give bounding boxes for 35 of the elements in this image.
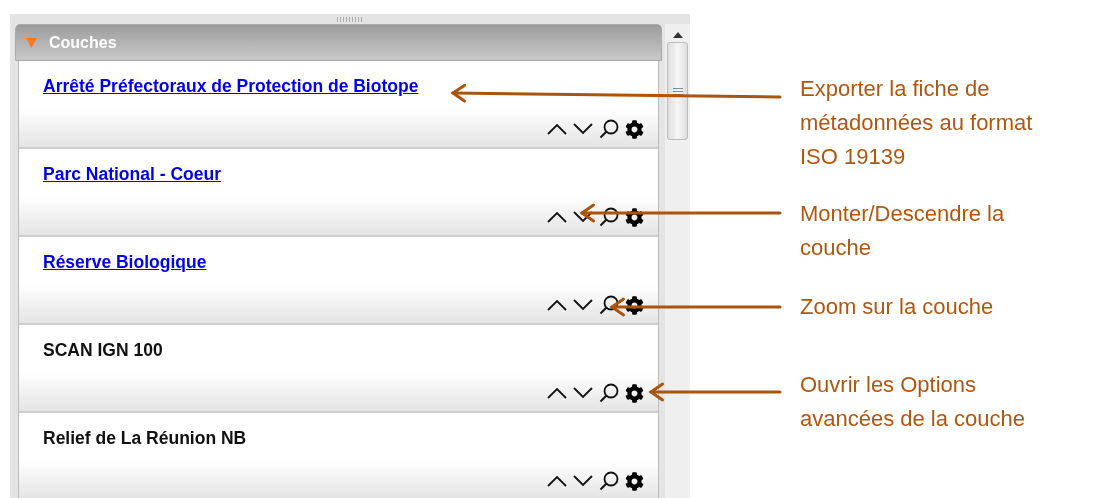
chevron-up-icon[interactable]	[547, 211, 567, 223]
chevron-down-icon[interactable]	[573, 475, 593, 487]
chevron-down-icon[interactable]	[573, 387, 593, 399]
chevron-down-icon[interactable]	[573, 123, 593, 135]
chevron-up-icon[interactable]	[547, 387, 567, 399]
chevron-down-icon[interactable]	[573, 211, 593, 223]
layer-title: Relief de La Réunion NB	[43, 428, 247, 449]
scroll-up-icon[interactable]	[672, 32, 683, 38]
chevron-down-icon[interactable]	[573, 299, 593, 311]
layer-link[interactable]: Arrêté Préfectoraux de Protection de Biotope	[43, 76, 419, 97]
annotation-text: Zoom sur la couche	[800, 293, 995, 321]
scrollbar-thumb[interactable]	[667, 42, 688, 140]
annotation-text: Monter/Descendre la couche	[800, 200, 1006, 262]
annotation-text: Ouvrir les Options avancées de la couche	[800, 371, 1027, 433]
scrollbar[interactable]	[665, 24, 690, 498]
settings-icon[interactable]	[625, 119, 644, 139]
layer-link[interactable]: Réserve Biologique	[43, 252, 207, 273]
search-icon[interactable]	[599, 383, 619, 403]
settings-icon[interactable]	[625, 295, 644, 315]
search-icon[interactable]	[599, 295, 619, 315]
search-icon[interactable]	[599, 207, 619, 227]
panel-title: Couches	[49, 33, 117, 52]
chevron-up-icon[interactable]	[547, 299, 567, 311]
settings-icon[interactable]	[625, 383, 644, 403]
settings-icon[interactable]	[625, 471, 644, 491]
resize-grip[interactable]	[337, 16, 363, 22]
grip-icon	[672, 87, 683, 95]
chevron-up-icon[interactable]	[547, 475, 567, 487]
layer-title: SCAN IGN 100	[43, 340, 163, 361]
chevron-up-icon[interactable]	[547, 123, 567, 135]
search-icon[interactable]	[599, 119, 619, 139]
settings-icon[interactable]	[625, 207, 644, 227]
layer-link[interactable]: Parc National - Coeur	[43, 164, 221, 185]
annotation-text: Exporter la fiche de métadonnées au format ISO 19139	[800, 75, 1034, 171]
search-icon[interactable]	[599, 471, 619, 491]
